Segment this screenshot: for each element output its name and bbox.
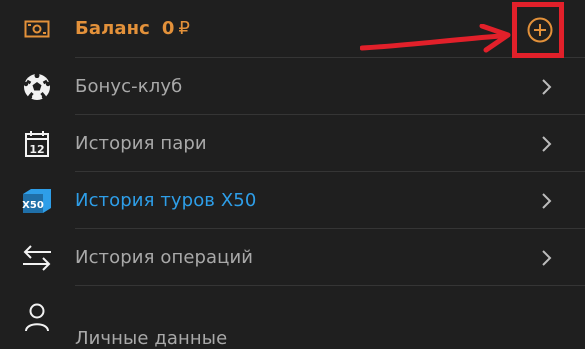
soccer-ball-icon	[20, 70, 54, 104]
menu-item-x50-history[interactable]: X50 История туров X50	[0, 172, 585, 229]
menu-item-label: Бонус-клуб	[75, 76, 183, 97]
menu-item-operations-history[interactable]: История операций	[0, 229, 585, 286]
balance-amount: 0	[161, 18, 175, 39]
wallet-icon	[20, 12, 54, 46]
x50-icon-text: X50	[22, 200, 44, 211]
menu-item-bonus-club[interactable]: Бонус-клуб	[0, 58, 585, 115]
menu-item-label: История туров X50	[75, 190, 257, 211]
transfer-arrows-icon	[20, 241, 54, 275]
x50-ticket-icon: X50	[20, 184, 54, 218]
menu-item-label: История операций	[75, 247, 254, 268]
person-icon	[20, 300, 54, 334]
menu-item-label: Личные данные	[75, 328, 228, 349]
balance-title: Баланс	[75, 18, 150, 39]
add-funds-button[interactable]	[522, 12, 558, 48]
currency-symbol: ₽	[178, 18, 191, 39]
menu-item-bet-history[interactable]: 12 История пари	[0, 115, 585, 172]
add-circle-icon[interactable]	[525, 15, 555, 45]
menu-item-personal-data[interactable]: Личные данные	[0, 286, 585, 349]
balance-row[interactable]: Баланс 0 ₽	[0, 0, 585, 57]
chevron-right-icon	[538, 78, 554, 95]
chevron-right-icon	[538, 135, 554, 152]
calendar-icon-text: 12	[29, 143, 44, 156]
calendar-icon: 12	[20, 127, 54, 161]
chevron-right-icon	[538, 192, 554, 209]
balance-label: Баланс 0 ₽	[75, 18, 190, 39]
menu-item-label: История пари	[75, 133, 207, 154]
chevron-right-icon	[538, 249, 554, 266]
